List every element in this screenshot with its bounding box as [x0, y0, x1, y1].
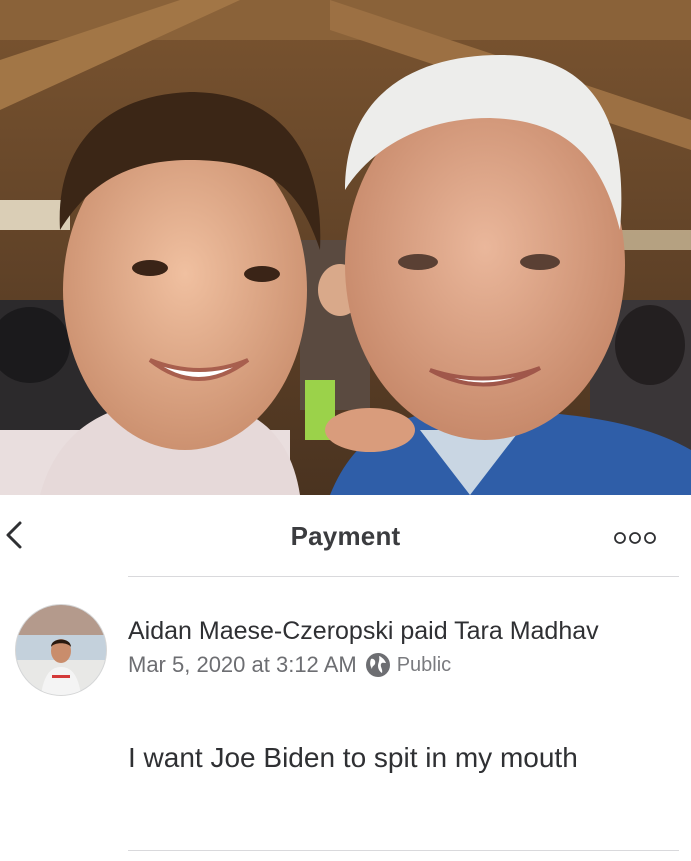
- more-dots-icon: [614, 532, 656, 544]
- payer-name[interactable]: Aidan Maese-Czeropski: [128, 617, 393, 645]
- payment-header: Payment: [0, 495, 691, 577]
- payment-note: I want Joe Biden to spit in my mouth: [128, 742, 578, 773]
- payment-meta: Mar 5, 2020 at 3:12 AM Public: [128, 650, 668, 680]
- globe-icon: [365, 653, 390, 677]
- selfie-photo: [0, 0, 691, 495]
- header-divider: [128, 576, 679, 577]
- more-options-button[interactable]: [613, 531, 657, 545]
- payment-date: Mar 5, 2020 at 3:12 AM: [128, 652, 357, 677]
- payee-name[interactable]: Tara Madhav: [454, 617, 599, 645]
- payment-verb: paid: [400, 617, 448, 645]
- avatar[interactable]: [15, 604, 107, 696]
- payment-summary: Aidan Maese-Czeropski paid Tara Madhav: [128, 614, 668, 648]
- footer-divider: [128, 850, 679, 851]
- audience-label: Public: [396, 654, 452, 676]
- page-title: Payment: [290, 521, 401, 551]
- payment-story: Aidan Maese-Czeropski paid Tara Madhav M…: [128, 614, 668, 680]
